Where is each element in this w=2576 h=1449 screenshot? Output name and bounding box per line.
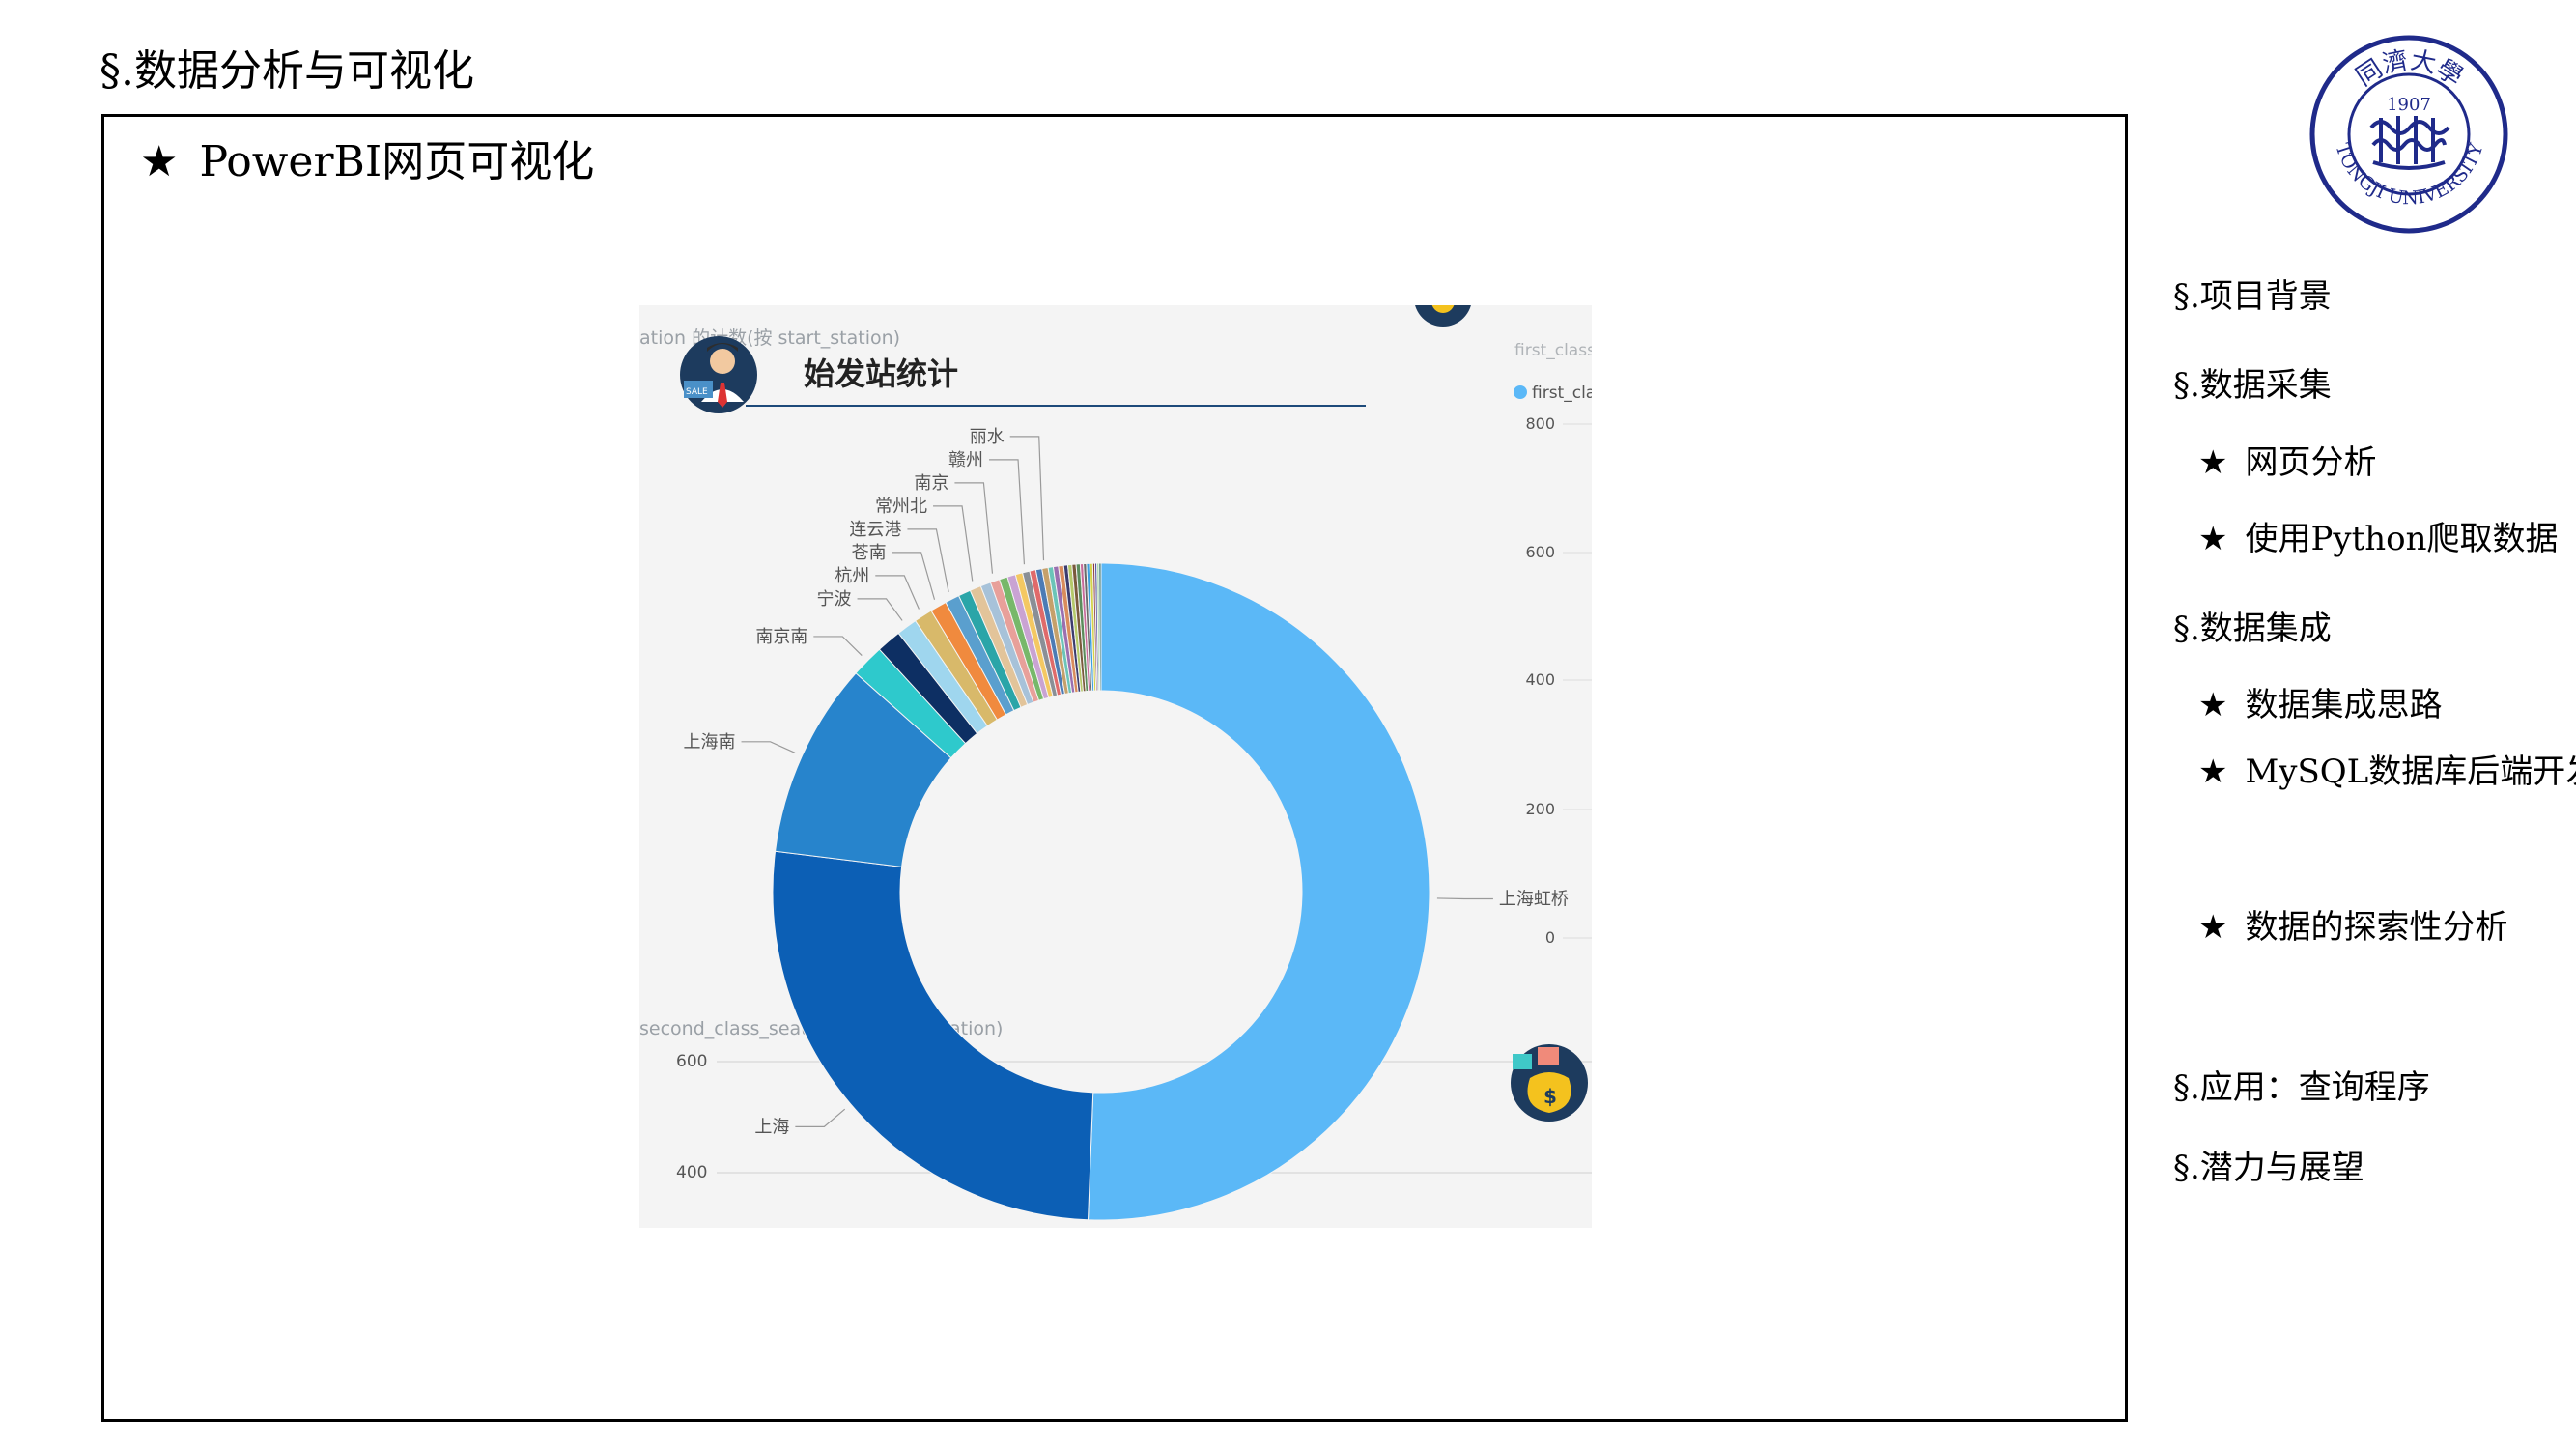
star-icon: ★	[2198, 520, 2228, 558]
donut-leader-line	[907, 528, 949, 592]
university-logo: 同濟大學 TONGJI UNIVERSITY 1907	[2309, 35, 2508, 234]
toc-item[interactable]: §.潜力与展望	[2173, 1147, 2364, 1189]
donut-label: 南京南	[755, 627, 807, 647]
toc-subitem[interactable]: ★ 网页分析	[2198, 441, 2376, 484]
bottom-axis-tick: 600	[676, 1052, 707, 1071]
powerbi-canvas: ation 的计数(按 start_station) SALE 始发站统计 fi…	[639, 305, 1592, 1221]
donut-label: 常州北	[875, 497, 927, 517]
toc-label: 网页分析	[2245, 443, 2377, 482]
donut-leader-line	[875, 575, 920, 610]
star-icon: ★	[2198, 443, 2228, 482]
star-icon: ★	[2198, 753, 2228, 791]
toc-label: 数据集成思路	[2245, 686, 2443, 724]
donut-label: 丽水	[970, 427, 1005, 447]
toc-item[interactable]: §.应用：查询程序	[2173, 1066, 2430, 1109]
page-title: §.数据分析与可视化	[99, 46, 474, 96]
donut-slice[interactable]	[772, 850, 1094, 1221]
donut-label: 连云港	[849, 520, 901, 540]
donut-label: 上海虹桥	[1499, 889, 1569, 909]
donut-label: 赣州	[948, 450, 983, 470]
section-heading: ★ PowerBI网页可视化	[140, 133, 594, 191]
right-axis-tick: 400	[1525, 670, 1555, 689]
right-axis: 800 600 400 200 0	[1525, 414, 1592, 947]
toc-label: §.潜力与展望	[2173, 1149, 2364, 1187]
donut-label: 杭州	[835, 566, 869, 586]
toc-label: 数据的探索性分析	[2245, 908, 2508, 947]
toc-label: §.应用：查询程序	[2173, 1068, 2430, 1107]
donut-chart	[772, 562, 1430, 1221]
toc-subitem[interactable]: ★ 数据的探索性分析	[2198, 906, 2507, 949]
right-axis-tick: 800	[1525, 414, 1555, 433]
toc-subitem[interactable]: ★ 数据集成思路	[2198, 684, 2442, 726]
chart-title: 始发站统计	[804, 355, 958, 392]
star-icon: ★	[140, 137, 179, 186]
donut-label: 上海南	[684, 732, 736, 753]
donut-leader-line	[1009, 436, 1045, 561]
donut-label: 苍南	[852, 543, 887, 563]
right-axis-tick: 600	[1525, 543, 1555, 561]
donut-leader-line	[1436, 897, 1493, 900]
svg-text:$: $	[1543, 1085, 1557, 1108]
donut-leader-line	[954, 482, 994, 574]
section-heading-label: PowerBI网页可视化	[199, 137, 595, 186]
donut-leader-line	[813, 636, 863, 657]
avatar-sign-text: SALE	[686, 387, 708, 397]
top-chart-caption: ation 的计数(按 start_station)	[639, 327, 900, 349]
donut-leader-line	[741, 741, 796, 753]
legend-dot	[1514, 385, 1527, 399]
right-legend-title: first_class	[1514, 341, 1592, 360]
donut-slice[interactable]	[1098, 562, 1102, 692]
donut-label: 上海	[754, 1117, 789, 1137]
toc-label: §.数据集成	[2173, 610, 2332, 648]
money-bag-icon: $	[1511, 1044, 1588, 1122]
toc-label: MySQL数据库后端开发	[2245, 753, 2576, 791]
card-coin-icon	[1415, 305, 1471, 327]
donut-slice[interactable]	[1087, 562, 1430, 1221]
logo-year: 1907	[2387, 95, 2431, 115]
right-axis-tick: 200	[1525, 800, 1555, 818]
powerbi-report: ation 的计数(按 start_station) SALE 始发站统计 fi…	[639, 305, 1592, 1228]
toc-label: §.项目背景	[2173, 277, 2332, 316]
star-icon: ★	[2198, 686, 2228, 724]
toc-label: 使用Python爬取数据	[2245, 520, 2559, 558]
donut-label: 南京	[914, 473, 948, 494]
toc-item[interactable]: §.数据采集	[2173, 364, 2332, 407]
toc-subitem[interactable]: ★ 使用Python爬取数据	[2198, 518, 2559, 560]
donut-leader-line	[989, 459, 1026, 565]
right-axis-tick: 0	[1545, 928, 1555, 947]
donut-leader-line	[857, 598, 903, 621]
toc-item[interactable]: §.项目背景	[2173, 275, 2332, 318]
toc-subitem[interactable]: ★ MySQL数据库后端开发	[2198, 751, 2576, 793]
bottom-axis-tick: 400	[676, 1163, 707, 1182]
toc-item[interactable]: §.数据集成	[2173, 608, 2332, 650]
right-legend-item: first_clas	[1532, 384, 1592, 403]
salesman-avatar-icon: SALE	[680, 336, 757, 413]
star-icon: ★	[2198, 908, 2228, 947]
donut-leader-line	[795, 1108, 846, 1127]
toc-label: §.数据采集	[2173, 366, 2332, 405]
donut-label: 宁波	[817, 589, 852, 610]
